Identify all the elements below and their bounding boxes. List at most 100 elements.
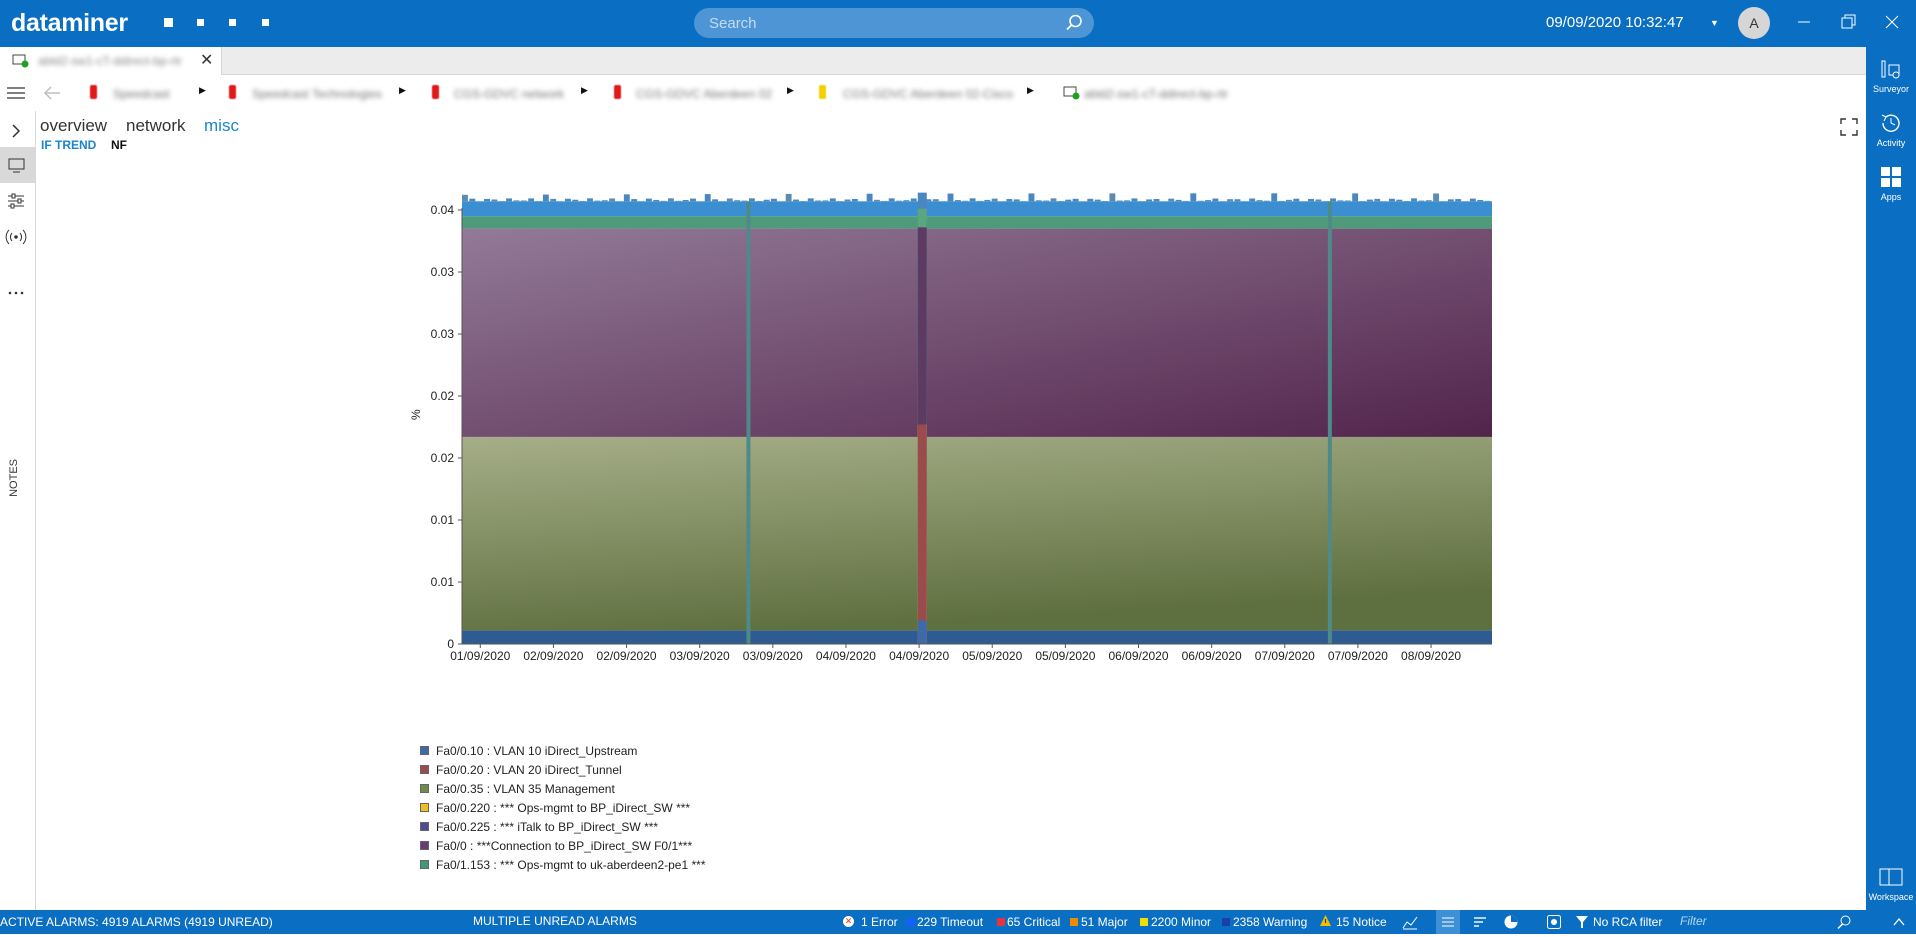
tab-overview[interactable]: overview (40, 116, 107, 136)
legend-label: Fa0/1.153 : *** Ops-mgmt to uk-aberdeen2… (436, 858, 705, 872)
legend-label: Fa0/0.35 : VLAN 35 Management (436, 782, 615, 796)
y-tick-label: 0.02 (431, 389, 455, 403)
y-tick-label: 0.03 (431, 327, 455, 341)
filter-field[interactable]: Filter (1676, 913, 1856, 931)
tab-if-trend[interactable]: IF TREND (41, 138, 96, 152)
multiple-unread-text[interactable]: MULTIPLE UNREAD ALARMS (473, 914, 637, 928)
hamburger-icon[interactable] (7, 86, 25, 105)
timeout-count[interactable]: 229 Timeout (917, 915, 983, 929)
x-tick-label: 01/09/2020 (450, 649, 510, 663)
filter-input[interactable]: Filter (1680, 914, 1707, 928)
back-arrow-icon[interactable] (43, 85, 61, 106)
search-icon[interactable] (1836, 914, 1852, 933)
restore-icon[interactable] (1838, 12, 1858, 32)
area-top-band[interactable] (462, 201, 1492, 216)
active-alarms-text[interactable]: ACTIVE ALARMS: 4919 ALARMS (4919 UNREAD) (0, 915, 273, 929)
area-top-edge (1146, 199, 1152, 201)
error-count[interactable]: 1 Error (861, 915, 898, 929)
list-view-icon[interactable] (1436, 910, 1460, 934)
area-series-2[interactable] (462, 437, 1492, 630)
more-button[interactable] (0, 275, 35, 311)
app-logo[interactable]: dataminer (11, 9, 128, 38)
area-top-edge (889, 198, 895, 201)
area-series-6[interactable] (462, 216, 1492, 228)
chevron-right-icon[interactable]: ▶ (787, 85, 794, 96)
minor-count[interactable]: 2200 Minor (1151, 915, 1211, 929)
search-box[interactable]: Search (694, 8, 1094, 38)
tab-nf[interactable]: NF (111, 138, 127, 152)
pie-chart-icon[interactable] (1503, 914, 1519, 933)
notice-icon (1319, 914, 1332, 930)
chevron-right-icon[interactable]: ▶ (199, 85, 206, 96)
spike-segment-1[interactable] (918, 425, 927, 644)
area-top-edge (1036, 200, 1042, 201)
area-top-edge (1389, 199, 1395, 202)
y-tick-label: 0.01 (431, 575, 455, 589)
notes-label[interactable]: NOTES (8, 459, 20, 497)
workspace-icon (1878, 867, 1904, 889)
surveyor-button[interactable]: Surveyor (1866, 59, 1916, 94)
breadcrumb-item[interactable]: CGS-GDVC Aberdeen 02-Cisco (843, 87, 1013, 101)
area-top-edge (1345, 200, 1351, 201)
chevron-right-icon[interactable]: ▶ (1027, 85, 1034, 96)
breadcrumb-item[interactable]: Speedcast (113, 87, 170, 101)
dot-icon-1 (164, 18, 173, 27)
close-icon[interactable] (1882, 12, 1902, 32)
workspace-button[interactable]: Workspace (1866, 867, 1916, 902)
spike-segment-0[interactable] (918, 620, 927, 644)
area-top-edge (845, 199, 851, 201)
breadcrumb-item[interactable]: CGS-GDVC network (454, 87, 564, 101)
sort-icon[interactable] (1472, 914, 1488, 933)
breadcrumb-item[interactable]: Speedcast Technologies (252, 87, 382, 101)
apps-button[interactable]: Apps (1866, 165, 1916, 202)
trend-chart-svg[interactable]: 00.010.010.020.020.030.030.0401/09/20200… (400, 180, 1520, 720)
area-top-edge (1426, 200, 1432, 201)
area-top-edge (896, 201, 902, 202)
minor-swatch (1140, 918, 1148, 926)
broadcast-button[interactable] (0, 219, 35, 255)
trend-chart[interactable]: 00.010.010.020.020.030.030.0401/09/20200… (400, 180, 1520, 720)
tab-network[interactable]: network (126, 116, 186, 136)
critical-count[interactable]: 65 Critical (1007, 915, 1060, 929)
avatar[interactable]: A (1738, 7, 1770, 39)
area-top-edge (1109, 193, 1115, 201)
chevron-down-icon[interactable]: ▼ (1710, 18, 1719, 28)
search-icon[interactable] (1064, 13, 1084, 38)
chevron-up-icon[interactable] (1892, 915, 1906, 932)
rca-filter-text[interactable]: No RCA filter (1593, 915, 1662, 929)
area-top-edge (609, 198, 615, 201)
warning-count[interactable]: 2358 Warning (1233, 915, 1307, 929)
settings-sliders-button[interactable] (0, 183, 35, 219)
chevron-right-icon[interactable]: ▶ (581, 85, 588, 96)
search-input[interactable]: Search (709, 15, 757, 32)
x-tick-label: 02/09/2020 (523, 649, 583, 663)
activity-button[interactable]: Activity (1866, 111, 1916, 148)
area-series-0[interactable] (462, 630, 1492, 644)
card-tab[interactable]: abld2-sw1-cT-ddirect-bp-rtr ✕ (0, 47, 222, 75)
activity-label: Activity (1877, 138, 1906, 148)
area-top-edge (1205, 200, 1211, 201)
expand-button[interactable] (0, 113, 35, 149)
breadcrumb-item[interactable]: CGS-GDVC Aberdeen 02 (636, 87, 772, 101)
area-top-edge (815, 200, 821, 201)
breadcrumb-item[interactable]: abld2-sw1-cT-ddirect-bp-rtr (1084, 87, 1228, 101)
tab-misc[interactable]: misc (204, 116, 239, 136)
funnel-icon[interactable] (1575, 915, 1589, 932)
area-top-edge (742, 201, 748, 202)
major-count[interactable]: 51 Major (1081, 915, 1128, 929)
top-bar: dataminer Search 09/09/2020 10:32:47 ▼ A (0, 0, 1916, 47)
area-top-edge (867, 194, 873, 202)
area-top-edge (955, 200, 961, 201)
legend-swatch (420, 841, 429, 850)
close-icon[interactable]: ✕ (200, 50, 213, 70)
chevron-right-icon[interactable]: ▶ (399, 85, 406, 96)
notice-count[interactable]: 15 Notice (1336, 915, 1387, 929)
area-top-edge (668, 198, 674, 201)
trend-icon[interactable] (1402, 914, 1418, 933)
fullscreen-icon[interactable] (1838, 116, 1860, 143)
area-series-5[interactable] (462, 229, 1492, 437)
display-button[interactable] (0, 147, 35, 183)
area-top-edge (1132, 198, 1138, 201)
minimize-icon[interactable] (1794, 12, 1814, 32)
focus-icon[interactable] (1546, 914, 1562, 933)
